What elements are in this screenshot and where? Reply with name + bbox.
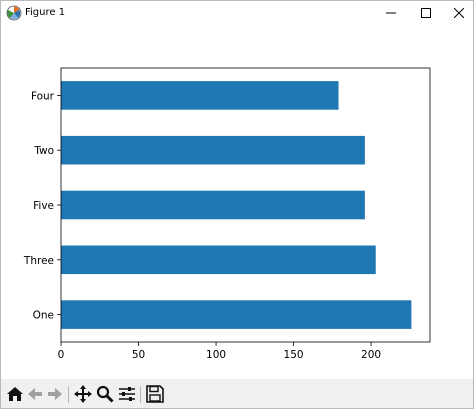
bar-three — [61, 245, 376, 275]
window-title: Figure 1 — [25, 7, 66, 18]
y-tick-label: Three — [23, 255, 54, 267]
y-tick-label: One — [33, 310, 54, 322]
bar-five — [61, 190, 365, 220]
bar-two — [61, 135, 365, 165]
toolbar-separator — [68, 386, 69, 403]
bar-chart: One Three Five Two Four 0 50 100 150 200 — [23, 67, 431, 361]
forward-button[interactable] — [46, 385, 64, 403]
x-tick-label: 0 — [58, 349, 65, 361]
y-tick-label: Four — [31, 90, 55, 102]
bar-one — [61, 300, 412, 329]
home-icon — [7, 387, 23, 401]
minimize-icon — [386, 12, 396, 14]
configure-subplots-button[interactable] — [118, 385, 136, 403]
title-bar[interactable]: Figure 1 — [1, 1, 473, 26]
x-tick-label: 100 — [206, 349, 226, 361]
matplotlib-icon — [6, 5, 22, 21]
close-button[interactable] — [439, 1, 473, 25]
save-icon — [146, 385, 164, 403]
x-tick-label: 150 — [284, 349, 304, 361]
y-tick-label: Five — [33, 200, 54, 212]
figure-window: Figure 1 One Three Five Two Four 0 50 100 150 200 — [0, 0, 474, 409]
x-tick-label: 200 — [361, 349, 381, 361]
configure-subplots-icon — [119, 387, 135, 401]
pan-button[interactable] — [74, 385, 92, 403]
back-button[interactable] — [26, 385, 44, 403]
navigation-toolbar — [1, 379, 473, 408]
bar-four — [61, 81, 339, 110]
x-tick-label: 50 — [132, 349, 145, 361]
zoom-button[interactable] — [96, 385, 114, 403]
toolbar-separator — [140, 386, 141, 403]
figure-canvas[interactable]: One Three Five Two Four 0 50 100 150 200 — [1, 26, 473, 378]
maximize-icon — [421, 8, 431, 18]
zoom-icon — [96, 385, 114, 403]
minimize-button[interactable] — [371, 1, 411, 25]
save-button[interactable] — [146, 385, 164, 403]
close-icon — [454, 8, 464, 18]
y-tick-label: Two — [33, 145, 54, 157]
back-arrow-icon — [28, 388, 42, 400]
pan-icon — [74, 385, 92, 403]
home-button[interactable] — [6, 385, 24, 403]
forward-arrow-icon — [48, 388, 62, 400]
